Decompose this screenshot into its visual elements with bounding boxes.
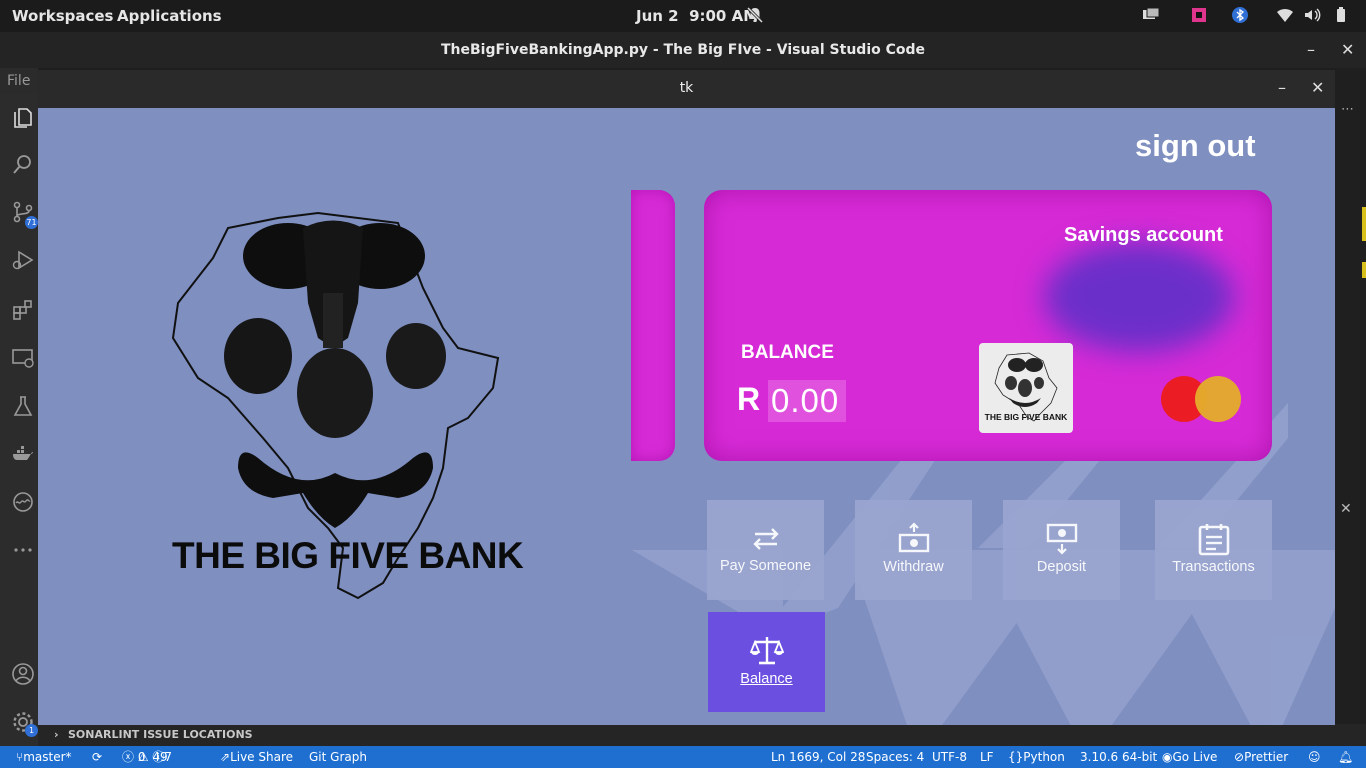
notifications-muted-icon[interactable]	[746, 6, 764, 24]
timeline-icon[interactable]	[11, 490, 35, 514]
more-actions-icon[interactable]: ⋯	[1341, 102, 1354, 117]
editor-background: ⋯ ✕	[1335, 68, 1366, 746]
withdraw-label: Withdraw	[883, 559, 944, 575]
battery-icon[interactable]	[1332, 6, 1350, 24]
volume-icon[interactable]	[1303, 6, 1321, 24]
git-graph-button[interactable]: Git Graph	[309, 746, 367, 768]
sonarlint-panel-title: SONARLINT ISSUE LOCATIONS	[68, 728, 253, 741]
calendar-list-icon	[1198, 524, 1230, 556]
language-label: Python	[1023, 750, 1065, 764]
bluetooth-icon[interactable]	[1231, 6, 1249, 24]
date: Jun 2	[636, 7, 679, 25]
feedback-icon[interactable]: ☺	[1308, 746, 1321, 768]
pay-someone-label: Pay Someone	[719, 558, 812, 574]
encoding[interactable]: UTF-8	[932, 746, 967, 768]
deposit-button[interactable]: Deposit	[1003, 500, 1120, 600]
file-menu[interactable]: File	[7, 73, 30, 89]
accounts-icon[interactable]	[11, 662, 35, 686]
withdraw-cash-icon	[898, 522, 930, 553]
explorer-icon[interactable]	[11, 106, 35, 130]
scales-icon	[750, 637, 784, 665]
problems-indicator[interactable]: ⓧ 0 ⚠ 49 ⓘ 7	[122, 746, 172, 768]
language-mode[interactable]: {} Python	[1008, 746, 1065, 768]
bank-name: THE BIG FIVE BANK	[172, 535, 524, 576]
system-top-bar: Workspaces Applications Jun 2 9:00 AM	[0, 0, 1366, 32]
minimap-marker	[1362, 262, 1366, 278]
withdraw-button[interactable]: Withdraw	[855, 500, 972, 600]
extensions-icon[interactable]	[11, 298, 35, 322]
git-branch[interactable]: ⑂ master*	[16, 746, 72, 768]
prettier-label: Prettier	[1244, 750, 1289, 764]
error-count: 0	[137, 750, 146, 764]
jetbrains-toolbox-icon[interactable]	[1190, 6, 1208, 24]
settings-badge: 1	[25, 724, 38, 737]
pay-someone-button[interactable]: Pay Someone	[707, 500, 824, 600]
balance-amount: 0.00	[768, 380, 846, 422]
live-share-button[interactable]: ⇗ Live Share	[220, 746, 293, 768]
go-live-label: Go Live	[1172, 750, 1218, 764]
docker-icon[interactable]	[11, 442, 35, 466]
card-bank-logo: THE BIG FIVE BANK	[979, 343, 1073, 433]
card-decoration-blob	[1044, 242, 1234, 352]
mastercard-yellow-circle	[1195, 376, 1241, 422]
sign-out-button[interactable]: sign out	[1135, 128, 1256, 164]
tk-close-button[interactable]: ✕	[1311, 70, 1324, 106]
status-bar: ⑂ master* ⟳ ⓧ 0 ⚠ 49 ⓘ 7 ⇗ Live Share Gi…	[0, 746, 1366, 768]
live-share-label: Live Share	[230, 750, 294, 764]
search-icon[interactable]	[11, 152, 35, 176]
vscode-menu-bar: File	[0, 68, 38, 94]
wifi-icon[interactable]	[1276, 6, 1294, 24]
card-logo-text: THE BIG FIVE BANK	[985, 412, 1069, 422]
scm-badge: 71	[25, 216, 38, 229]
sync-icon[interactable]: ⟳	[92, 746, 102, 768]
account-type: Savings account	[1064, 224, 1223, 246]
prettier-button[interactable]: ⊘ Prettier	[1234, 746, 1288, 768]
tk-window: tk – ✕ sign out THE BIG FIVE BANK Saving…	[38, 70, 1335, 725]
deposit-cash-icon	[1046, 523, 1078, 555]
minimap-marker	[1362, 207, 1366, 241]
chevron-right-icon: ›	[54, 728, 59, 741]
applications-menu[interactable]: Applications	[117, 7, 222, 25]
savings-account-card[interactable]: Savings account BALANCE R 0.00 THE BIG F…	[704, 190, 1272, 461]
balance-label: BALANCE	[741, 342, 834, 363]
transactions-label: Transactions	[1172, 559, 1255, 575]
tk-minimize-button[interactable]: –	[1278, 70, 1286, 106]
branch-name: master*	[23, 750, 72, 764]
python-interpreter[interactable]: 3.10.6 64-bit	[1080, 746, 1157, 768]
remote-explorer-icon[interactable]	[11, 346, 35, 370]
mini-big-five-logo: THE BIG FIVE BANK	[985, 352, 1069, 422]
run-debug-icon[interactable]	[11, 248, 35, 272]
balance-tile-label: Balance	[740, 671, 793, 687]
tk-window-title: tk	[679, 80, 694, 96]
indentation[interactable]: Spaces: 4	[866, 746, 924, 768]
notifications-bell-icon[interactable]: 🔔︎	[1338, 746, 1353, 768]
tk-title-bar: tk – ✕	[38, 70, 1335, 108]
panel-close-icon[interactable]: ✕	[1340, 501, 1352, 517]
end-of-line[interactable]: LF	[980, 746, 994, 768]
go-live-button[interactable]: ◉ Go Live	[1162, 746, 1217, 768]
clock[interactable]: Jun 2 9:00 AM	[636, 7, 758, 25]
transfer-arrows-icon	[753, 528, 779, 550]
previous-card[interactable]	[631, 190, 675, 461]
minimize-button[interactable]: –	[1307, 32, 1315, 68]
deposit-label: Deposit	[1036, 559, 1087, 575]
activity-bar: 71 1	[0, 94, 38, 746]
workspaces-menu[interactable]: Workspaces	[12, 7, 113, 25]
more-icon[interactable]	[11, 538, 35, 562]
sonarlint-panel-header[interactable]: › SONARLINT ISSUE LOCATIONS	[38, 724, 1366, 746]
cursor-position[interactable]: Ln 1669, Col 28	[771, 746, 865, 768]
screen-share-icon[interactable]	[1142, 6, 1160, 24]
close-button[interactable]: ✕	[1341, 32, 1354, 68]
currency-symbol: R	[737, 381, 761, 417]
vscode-window-title: TheBigFiveBankingApp.py - The Big FIve -…	[440, 42, 926, 58]
transactions-button[interactable]: Transactions	[1155, 500, 1272, 600]
testing-icon[interactable]	[11, 394, 35, 418]
balance-button[interactable]: Balance	[708, 612, 825, 712]
vscode-title-bar: TheBigFiveBankingApp.py - The Big FIve -…	[0, 32, 1366, 68]
info-count: 7	[164, 750, 173, 764]
